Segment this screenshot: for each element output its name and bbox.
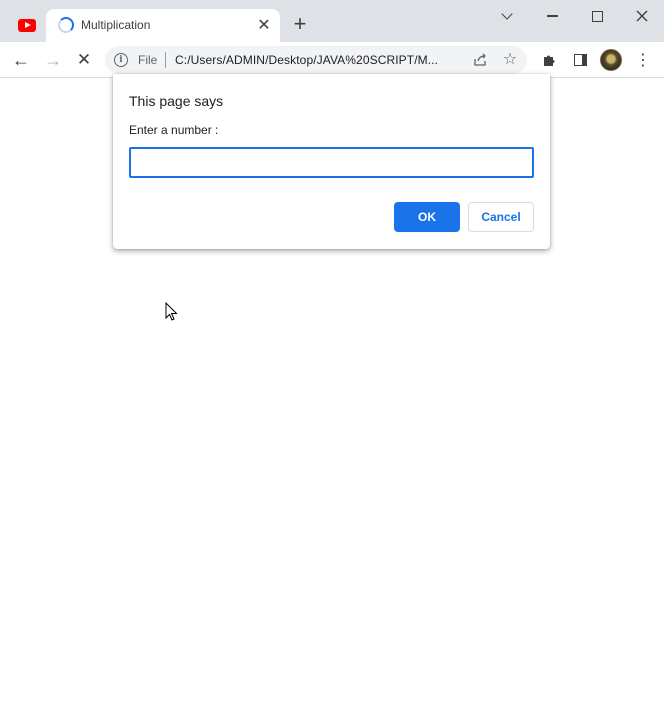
tab-title: Multiplication: [81, 18, 151, 32]
info-icon[interactable]: i: [114, 53, 128, 67]
cancel-button[interactable]: Cancel: [468, 202, 534, 232]
browser-toolbar: ← → ✕ i File C:/Users/ADMIN/Desktop/JAVA…: [0, 42, 664, 78]
scheme-label: File: [138, 53, 158, 67]
minimize-icon: [546, 15, 558, 17]
minimize-button[interactable]: [537, 4, 567, 28]
url-text[interactable]: C:/Users/ADMIN/Desktop/JAVA%20SCRIPT/M..…: [175, 53, 438, 67]
tab-multiplication[interactable]: Multiplication ✕: [46, 9, 280, 42]
bookmark-star-icon[interactable]: ☆: [500, 49, 520, 69]
maximize-button[interactable]: [582, 4, 612, 28]
dialog-title: This page says: [129, 93, 224, 109]
prompt-dialog: This page says Enter a number : OK Cance…: [113, 74, 550, 249]
back-button[interactable]: ←: [9, 48, 33, 72]
ok-button[interactable]: OK: [394, 202, 460, 232]
side-panel-icon[interactable]: [568, 48, 592, 72]
extensions-puzzle-icon[interactable]: [537, 48, 561, 72]
share-icon[interactable]: [470, 50, 490, 70]
address-bar[interactable]: i File C:/Users/ADMIN/Desktop/JAVA%20SCR…: [105, 46, 527, 74]
maximize-icon: [591, 10, 603, 22]
more-menu-icon[interactable]: ⋮: [631, 48, 655, 72]
youtube-icon: [18, 18, 36, 32]
forward-button[interactable]: →: [41, 48, 65, 72]
dialog-message: Enter a number :: [129, 123, 219, 137]
number-input[interactable]: [129, 147, 534, 178]
close-icon: [636, 10, 648, 22]
mouse-cursor-icon: [165, 302, 178, 321]
tab-youtube[interactable]: [10, 12, 44, 38]
stop-loading-button[interactable]: ✕: [72, 48, 96, 72]
profile-avatar[interactable]: [600, 49, 622, 71]
loading-spinner-icon: [58, 17, 74, 33]
new-tab-icon[interactable]: +: [289, 13, 311, 35]
tab-search-button[interactable]: [492, 4, 522, 28]
tab-close-icon[interactable]: ✕: [254, 15, 274, 35]
chevron-down-icon: [501, 8, 513, 20]
window-close-button[interactable]: [627, 4, 657, 28]
divider: [165, 52, 166, 68]
tab-strip: Multiplication ✕ +: [0, 0, 664, 42]
